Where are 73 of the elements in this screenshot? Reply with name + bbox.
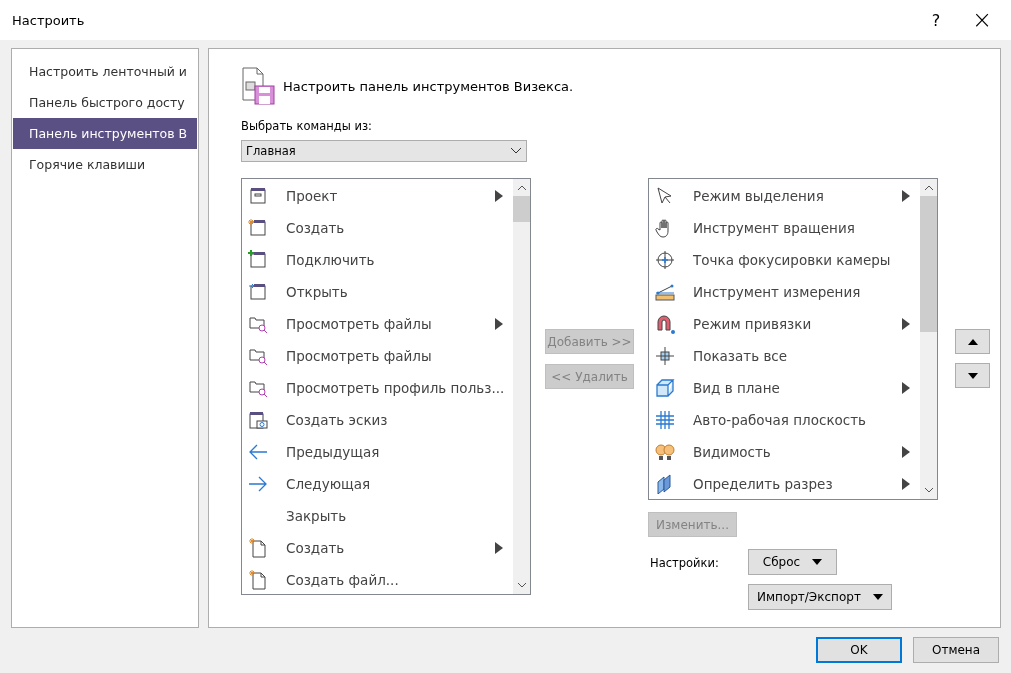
save-toolbar-icon	[241, 66, 277, 106]
folder-search-icon	[248, 314, 268, 334]
list-item[interactable]: Проект	[242, 180, 513, 212]
list-item[interactable]: Точка фокусировки камеры	[649, 244, 920, 276]
list-item[interactable]: Инструмент вращения	[649, 212, 920, 244]
list-item[interactable]: Инструмент измерения	[649, 276, 920, 308]
chevron-down-icon	[510, 147, 522, 155]
list-item[interactable]: Создать файл...	[242, 564, 513, 594]
reset-button[interactable]: Сброс	[748, 549, 837, 575]
list-item[interactable]: Показать все	[649, 340, 920, 372]
list-item[interactable]: Создать	[242, 212, 513, 244]
scrollbar-thumb[interactable]	[920, 196, 937, 332]
list-item[interactable]: Вид в плане	[649, 372, 920, 404]
chevron-up-icon	[516, 185, 527, 191]
cube-icon	[655, 378, 675, 398]
triangle-up-icon	[967, 338, 978, 345]
new-box-icon	[248, 218, 268, 238]
chevron-down-icon	[923, 487, 934, 493]
window-title: Настроить	[12, 12, 86, 28]
list-item[interactable]: Следующая	[242, 468, 513, 500]
triangle-down-icon	[967, 372, 978, 379]
nav-item[interactable]: Горячие клавиши	[13, 149, 197, 180]
move-down-button[interactable]	[955, 363, 990, 388]
open-box-icon	[248, 282, 268, 302]
caret-icon	[872, 594, 883, 600]
panel-heading: Настроить панель инструментов Визекса.	[283, 78, 574, 94]
light-bulbs-icon	[655, 442, 675, 462]
ok-button[interactable]: OK	[816, 637, 902, 663]
nav-item[interactable]: Панель быстрого досту	[13, 87, 197, 118]
grid-icon	[655, 410, 675, 430]
camera-box-icon	[248, 410, 268, 430]
crosshair-icon	[655, 250, 675, 270]
list-item[interactable]: Создать эскиз	[242, 404, 513, 436]
scrollbar-thumb[interactable]	[513, 196, 530, 222]
list-item[interactable]: Режим выделения	[649, 180, 920, 212]
arrow-left-icon	[248, 442, 268, 462]
settings-label: Настройки:	[649, 555, 720, 572]
move-up-button[interactable]	[955, 329, 990, 354]
list-item[interactable]: Открыть	[242, 276, 513, 308]
list-item[interactable]: Просмотреть профиль польз...	[242, 372, 513, 404]
folder-search-icon	[248, 346, 268, 366]
list-item[interactable]: Видимость	[649, 436, 920, 468]
arrow-right-icon	[248, 474, 268, 494]
source-dropdown[interactable]: Главная	[241, 140, 527, 162]
list-item[interactable]: Режим привязки	[649, 308, 920, 340]
chevron-down-icon	[516, 582, 527, 588]
chevron-up-icon	[923, 185, 934, 191]
list-item[interactable]: Просмотреть файлы	[242, 308, 513, 340]
list-item[interactable]: Подключить	[242, 244, 513, 276]
scrollbar[interactable]	[920, 179, 937, 499]
fit-view-icon	[655, 346, 675, 366]
new-document-icon	[248, 570, 268, 590]
import-export-button[interactable]: Импорт/Экспорт	[748, 584, 892, 610]
close-button[interactable]: ×	[959, 6, 1005, 34]
nav-item[interactable]: Панель инструментов В	[13, 118, 197, 149]
cancel-button[interactable]: Отмена	[913, 637, 999, 663]
ruler-icon	[655, 282, 675, 302]
box-icon	[248, 186, 268, 206]
new-document-icon	[248, 538, 268, 558]
list-item[interactable]: Закрыть	[242, 500, 513, 532]
connect-box-icon	[248, 250, 268, 270]
folder-search-icon	[248, 378, 268, 398]
nav-item[interactable]: Настроить ленточный и	[13, 56, 197, 87]
magnet-icon	[655, 314, 675, 334]
list-item[interactable]: Авто-рабочая плоскость	[649, 404, 920, 436]
source-label: Выбрать команды из:	[241, 119, 373, 133]
list-item[interactable]: Предыдущая	[242, 436, 513, 468]
list-item[interactable]: Создать	[242, 532, 513, 564]
list-item[interactable]: Просмотреть файлы	[242, 340, 513, 372]
scrollbar[interactable]	[513, 179, 530, 594]
list-item[interactable]: Определить разрез	[649, 468, 920, 499]
help-button[interactable]: ?	[913, 10, 959, 30]
caret-icon	[812, 559, 823, 565]
